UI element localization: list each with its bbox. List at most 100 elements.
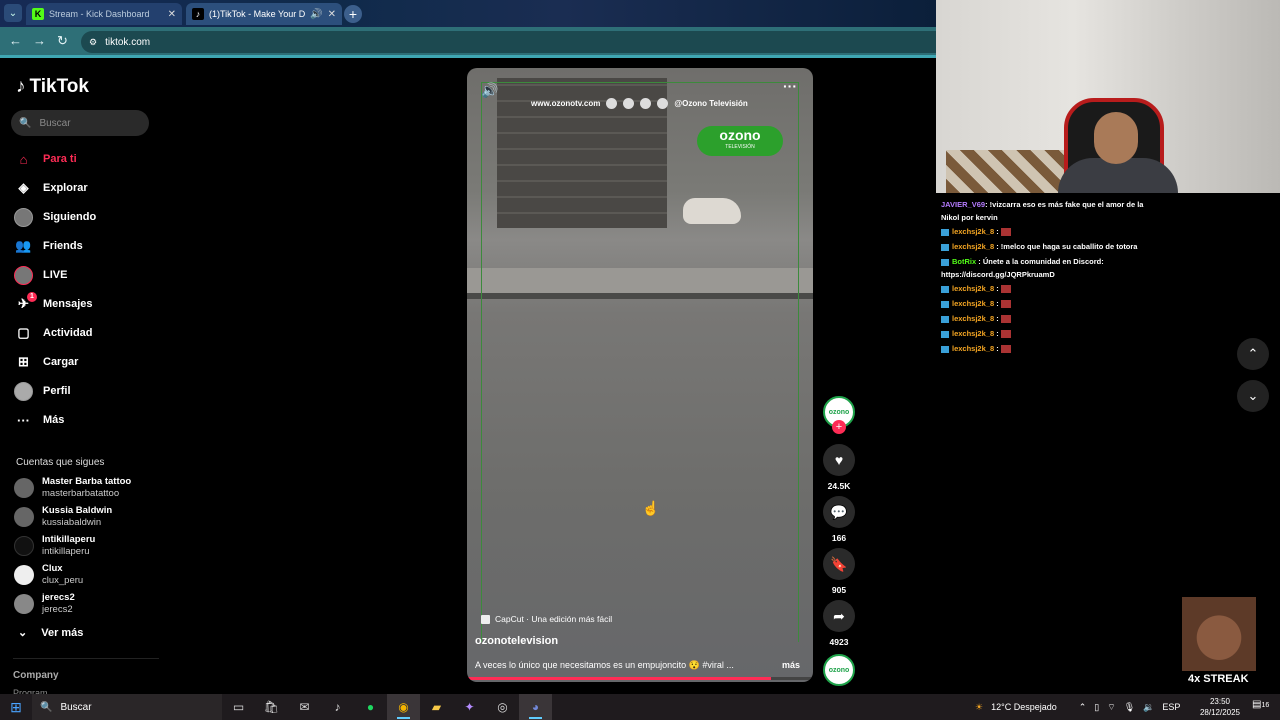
following-account[interactable]: jerecs2 jerecs2 (14, 592, 75, 616)
chevron-up-icon[interactable]: ⌃ (1079, 702, 1087, 713)
sidebar-divider (13, 658, 159, 659)
comment-count: 166 (831, 533, 847, 543)
chrome-icon[interactable]: ◉ (387, 694, 420, 720)
taskbar: ⊞ 🔍 Buscar ▭ 🛍 ✉ ♪ ● ◉ ▰ ✦ ◎ ◕ ☀ 12°C De… (0, 694, 1280, 720)
chat-username: lexchsj2k_8 (952, 242, 995, 251)
forward-icon[interactable]: → (33, 33, 46, 48)
nav-actividad[interactable]: ▢ Actividad (14, 320, 92, 346)
nav-cargar[interactable]: ⊞ Cargar (14, 349, 78, 375)
more-icon: ··· (17, 412, 30, 428)
copilot-icon[interactable]: ✦ (453, 694, 486, 720)
new-tab-button[interactable]: + (344, 5, 362, 23)
following-account[interactable]: Master Barba tattoo masterbarbatattoo (14, 476, 131, 500)
share-icon[interactable]: ➦ (823, 600, 855, 632)
nav-mensajes[interactable]: ✈ 1 Mensajes (14, 291, 93, 317)
logo-text: TikTok (29, 76, 89, 97)
capcut-label: CapCut · Una edición más fácil (495, 614, 613, 624)
following-header: Cuentas que sigues (16, 457, 105, 468)
following-account[interactable]: Clux clux_peru (14, 563, 83, 587)
tab-audio-icon[interactable]: 🔊 (310, 9, 322, 20)
nav-para-ti[interactable]: ⌂ Para ti (14, 146, 77, 172)
volume-icon[interactable]: 🔊 (481, 82, 498, 99)
chat-badge-icon (941, 330, 949, 338)
streak-meme-image (1182, 597, 1256, 671)
obs-icon[interactable]: ◎ (486, 694, 519, 720)
see-more-button[interactable]: ⌄ Ver más (18, 626, 83, 640)
save-action[interactable]: 🔖 905 (823, 548, 855, 595)
chat-message: lexchsj2k_8 : (941, 342, 1156, 355)
tiktok-page: ♪ TikTok 🔍 Buscar ⌂ Para ti ◈ Explorar S… (0, 58, 936, 694)
chat-emote-icon (1000, 315, 1011, 324)
capcut-tag[interactable]: CapCut · Una edición más fácil (481, 614, 612, 624)
nav-siguiendo[interactable]: Siguiendo (14, 204, 96, 230)
message-badge: 1 (27, 291, 37, 302)
discord-icon[interactable]: ◕ (519, 694, 552, 720)
caption-more-button[interactable]: más (782, 660, 800, 670)
comment-action[interactable]: 💬 166 (823, 496, 855, 543)
video-caption: A veces lo único que necesitamos es un e… (475, 660, 734, 670)
weather-icon: ☀ (975, 701, 984, 712)
close-tab-icon[interactable]: ✕ (168, 9, 176, 20)
tab-kick-dashboard[interactable]: K Stream - Kick Dashboard ✕ (26, 3, 182, 25)
store-icon[interactable]: 🛍 (255, 694, 288, 720)
streak-label: 4x STREAK (1188, 673, 1249, 685)
spotify-icon[interactable]: ● (354, 694, 387, 720)
close-tab-icon[interactable]: ✕ (328, 9, 336, 20)
company-link[interactable]: Company (13, 670, 59, 681)
chat-badge-icon (941, 345, 949, 353)
taskbar-search-label: Buscar (60, 701, 92, 713)
network-icon[interactable]: ⌔ (1107, 702, 1115, 713)
next-video-button[interactable]: ⌄ (1237, 380, 1269, 412)
nav-live[interactable]: LIVE (14, 262, 67, 288)
following-account[interactable]: Intikillaperu intikillaperu (14, 534, 95, 558)
back-icon[interactable]: ← (9, 33, 22, 48)
channel-logo-text: ozono (719, 127, 761, 143)
battery-icon[interactable]: ▯ (1094, 702, 1099, 713)
language-indicator[interactable]: ESP (1162, 702, 1180, 712)
weather-text[interactable]: 12°C Despejado (991, 702, 1057, 712)
chat-text: : (994, 329, 1001, 338)
chat-emote-icon (1000, 345, 1011, 354)
inbox-icon: ✈ 1 (14, 291, 37, 314)
video-progress-bar[interactable] (467, 677, 813, 680)
file-explorer-icon[interactable]: ▰ (420, 694, 453, 720)
webcam-streamer-head (1094, 112, 1138, 164)
video-player[interactable]: ozono TELEVISIÓN www.ozonotv.com @Ozono … (467, 68, 813, 682)
heart-icon[interactable]: ♥ (823, 444, 855, 476)
reload-icon[interactable]: ↻ (57, 33, 68, 49)
sound-disc[interactable]: ozono (823, 654, 855, 686)
activity-icon: ▢ (17, 325, 30, 340)
clock[interactable]: 23:50 28/12/2025 (1198, 696, 1242, 718)
video-author[interactable]: ozonotelevision (475, 635, 558, 647)
windows-start-button[interactable]: ⊞ (0, 694, 32, 720)
follow-plus-icon[interactable]: + (832, 420, 846, 434)
site-info-icon[interactable]: ⚙ (89, 37, 97, 48)
volume-icon[interactable]: 🔉 (1143, 702, 1154, 713)
more-options-icon[interactable]: ··· (783, 78, 797, 94)
comment-icon[interactable]: 💬 (823, 496, 855, 528)
nav-explorar[interactable]: ◈ Explorar (14, 175, 88, 201)
account-handle: jerecs2 (42, 604, 73, 615)
like-action[interactable]: ♥ 24.5K (823, 444, 855, 491)
chat-username: JAVIER_V69 (941, 200, 986, 209)
bookmark-icon[interactable]: 🔖 (823, 548, 855, 580)
nav-mas[interactable]: ··· Más (14, 407, 64, 433)
chat-username: BotRix (952, 257, 977, 266)
notification-center-icon[interactable]: ▤16 (1252, 699, 1269, 710)
task-view-icon[interactable]: ▭ (222, 694, 255, 720)
address-bar[interactable]: ⚙ tiktok.com (81, 31, 936, 53)
tab-list-button[interactable]: ⌄ (4, 4, 22, 22)
nav-friends[interactable]: 👥 Friends (14, 233, 82, 259)
outlook-icon[interactable]: ✉ (288, 694, 321, 720)
share-action[interactable]: ➦ 4923 (823, 600, 855, 647)
search-icon: 🔍 (19, 117, 32, 129)
nav-perfil[interactable]: Perfil (14, 378, 71, 404)
tiktok-logo[interactable]: ♪ TikTok (16, 76, 89, 98)
tab-tiktok[interactable]: ♪ (1)TikTok - Make Your Day 🔊 ✕ (186, 3, 342, 25)
mic-icon[interactable]: 🎙 (1124, 702, 1135, 713)
following-account[interactable]: Kussia Baldwin kussiabaldwin (14, 505, 112, 529)
browser-toolbar: ← → ↻ ⚙ tiktok.com (0, 27, 936, 58)
tiktok-app-icon[interactable]: ♪ (321, 694, 354, 720)
taskbar-search[interactable]: 🔍 Buscar (32, 694, 222, 720)
search-input[interactable]: 🔍 Buscar (11, 110, 149, 136)
